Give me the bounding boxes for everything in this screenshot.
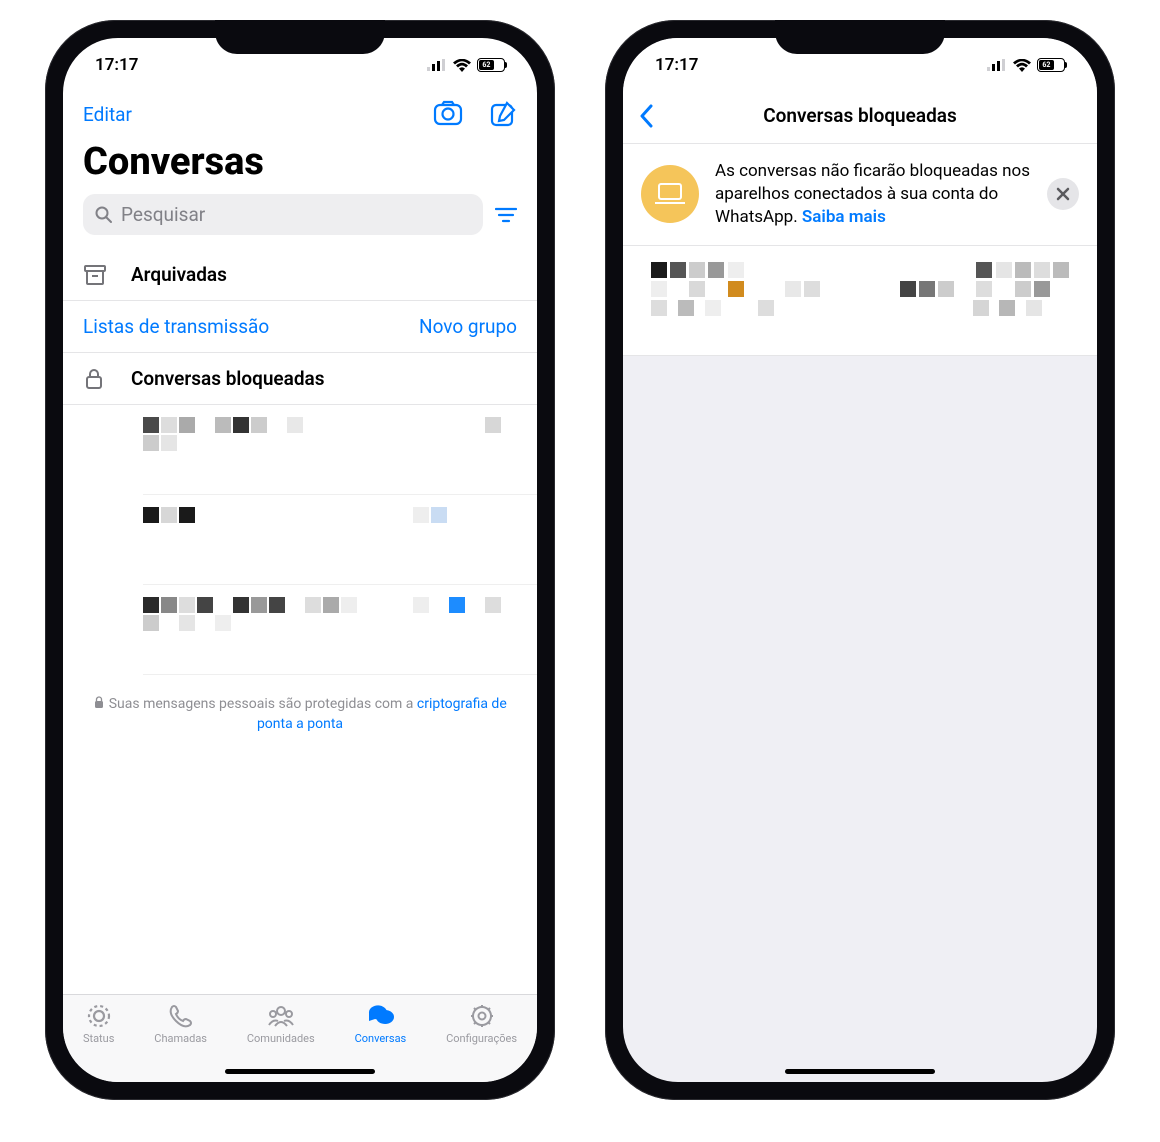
search-row: Pesquisar bbox=[63, 194, 537, 249]
tab-communities[interactable]: Comunidades bbox=[247, 1003, 315, 1045]
wifi-icon bbox=[453, 59, 471, 72]
laptop-icon bbox=[641, 165, 699, 223]
phone-frame-right: 17:17 62 Conversas bloqueadas A bbox=[605, 20, 1115, 1100]
notch bbox=[215, 20, 385, 54]
signal-icon bbox=[987, 59, 1007, 71]
archived-label: Arquivadas bbox=[131, 263, 227, 286]
tab-calls[interactable]: Chamadas bbox=[154, 1003, 207, 1045]
redacted-content bbox=[143, 495, 537, 523]
phone-frame-left: 17:17 62 Editar Conve bbox=[45, 20, 555, 1100]
lock-small-icon bbox=[93, 696, 105, 709]
archived-row[interactable]: Arquivadas bbox=[63, 249, 537, 301]
encryption-text: Suas mensagens pessoais são protegidas c… bbox=[109, 696, 417, 712]
top-bar: Editar bbox=[63, 92, 537, 134]
home-indicator bbox=[225, 1069, 375, 1074]
tab-label: Comunidades bbox=[247, 1032, 315, 1045]
back-button[interactable] bbox=[639, 104, 653, 128]
topbar-icons bbox=[433, 100, 517, 128]
status-time: 17:17 bbox=[655, 55, 698, 75]
banner-text: As conversas não ficarão bloqueadas nos … bbox=[715, 160, 1031, 229]
tab-label: Conversas bbox=[355, 1032, 407, 1045]
encryption-note: Suas mensagens pessoais são protegidas c… bbox=[63, 675, 537, 754]
lock-icon bbox=[83, 368, 109, 390]
tab-status[interactable]: Status bbox=[83, 1003, 114, 1045]
gear-icon bbox=[467, 1003, 497, 1029]
phone-icon bbox=[166, 1003, 196, 1029]
signal-icon bbox=[427, 59, 447, 71]
nav-title: Conversas bloqueadas bbox=[763, 104, 957, 127]
locked-chats-row[interactable]: Conversas bloqueadas bbox=[63, 353, 537, 405]
search-input[interactable]: Pesquisar bbox=[83, 194, 483, 235]
locked-chat-item[interactable] bbox=[623, 246, 1097, 356]
locked-label: Conversas bloqueadas bbox=[131, 367, 325, 390]
status-right: 62 bbox=[427, 58, 505, 72]
compose-icon[interactable] bbox=[489, 100, 517, 128]
chats-icon bbox=[365, 1003, 395, 1029]
redacted-content bbox=[651, 262, 1069, 316]
chat-item-redacted[interactable] bbox=[143, 585, 537, 675]
screen-chats: 17:17 62 Editar Conve bbox=[63, 38, 537, 1082]
nav-bar: Conversas bloqueadas bbox=[623, 92, 1097, 144]
redacted-content bbox=[143, 585, 537, 631]
battery-icon: 62 bbox=[1037, 58, 1065, 72]
camera-icon[interactable] bbox=[433, 100, 463, 128]
tab-settings[interactable]: Configurações bbox=[446, 1003, 517, 1045]
info-banner: As conversas não ficarão bloqueadas nos … bbox=[623, 144, 1097, 246]
tab-label: Chamadas bbox=[154, 1032, 207, 1045]
newgroup-link[interactable]: Novo grupo bbox=[419, 315, 517, 338]
home-indicator bbox=[785, 1069, 935, 1074]
search-icon bbox=[95, 206, 113, 224]
search-placeholder: Pesquisar bbox=[121, 203, 205, 226]
chat-item-redacted[interactable] bbox=[143, 405, 537, 495]
tab-label: Status bbox=[83, 1032, 114, 1045]
notch bbox=[775, 20, 945, 54]
wifi-icon bbox=[1013, 59, 1031, 72]
edit-button[interactable]: Editar bbox=[83, 103, 132, 126]
screen-locked-chats: 17:17 62 Conversas bloqueadas A bbox=[623, 38, 1097, 1082]
communities-icon bbox=[266, 1003, 296, 1029]
battery-icon: 62 bbox=[477, 58, 505, 72]
broadcast-link[interactable]: Listas de transmissão bbox=[83, 315, 269, 338]
status-time: 17:17 bbox=[95, 55, 138, 75]
archive-icon bbox=[83, 264, 109, 286]
filter-icon[interactable] bbox=[495, 206, 517, 224]
tab-label: Configurações bbox=[446, 1032, 517, 1045]
close-icon bbox=[1056, 187, 1070, 201]
close-button[interactable] bbox=[1047, 178, 1079, 210]
status-icon bbox=[84, 1003, 114, 1029]
page-title: Conversas bbox=[63, 134, 537, 194]
learn-more-link[interactable]: Saiba mais bbox=[802, 207, 886, 227]
redacted-content bbox=[143, 405, 537, 451]
tab-chats[interactable]: Conversas bbox=[355, 1003, 407, 1045]
link-row: Listas de transmissão Novo grupo bbox=[63, 301, 537, 353]
chat-item-redacted[interactable] bbox=[143, 495, 537, 585]
status-right: 62 bbox=[987, 58, 1065, 72]
